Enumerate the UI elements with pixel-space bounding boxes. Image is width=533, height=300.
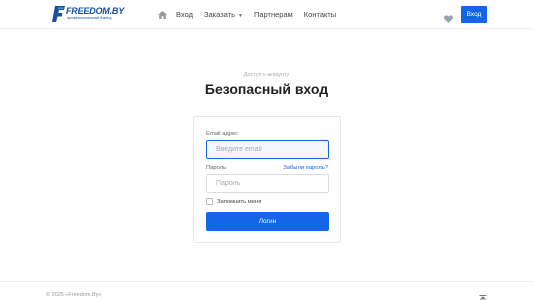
logo-tagline: профессиональный бэкенд	[67, 16, 112, 20]
nav-item-order-label: Заказать	[203, 9, 235, 19]
login-form: Email адрес Пароль Забыли пароль? Запомн…	[193, 116, 341, 243]
nav-item-contacts[interactable]: Контакты	[304, 9, 336, 21]
nav-item-order[interactable]: Заказать ▼	[204, 9, 243, 22]
logo[interactable]: FREEDOM.BY профессиональный бэкенд	[52, 5, 124, 23]
email-label: Email адрес	[206, 131, 239, 137]
logo-mark-icon	[52, 6, 65, 22]
logo-name: FREEDOM.BY	[66, 6, 125, 16]
page-eyebrow: Доступ к аккаунту	[243, 72, 290, 78]
site-header: FREEDOM.BY профессиональный бэкенд Вход …	[0, 0, 533, 29]
submit-button[interactable]: Логин	[206, 212, 329, 231]
copyright: © 2025 «Freedom.By»	[46, 292, 102, 298]
remember-checkbox[interactable]	[206, 198, 213, 205]
remember-me[interactable]: Запомнить меня	[206, 198, 261, 205]
email-field[interactable]	[206, 140, 329, 159]
main-nav: Вход Заказать ▼ Партнерам Контакты	[158, 9, 347, 21]
home-icon[interactable]	[158, 11, 167, 20]
arrow-up-icon[interactable]	[479, 291, 487, 300]
chevron-down-icon: ▼	[238, 12, 243, 19]
password-label: Пароль	[206, 165, 227, 171]
header-login-button[interactable]: Вход	[461, 6, 487, 23]
forgot-password-link[interactable]: Забыли пароль?	[283, 165, 328, 172]
footer-divider	[0, 281, 533, 282]
nav-item-partners[interactable]: Партнерам	[254, 9, 293, 21]
remember-label: Запомнить меня	[217, 198, 262, 205]
heart-icon[interactable]	[444, 10, 453, 23]
nav-item-login[interactable]: Вход	[176, 9, 193, 21]
page-title: Безопасный вход	[204, 81, 329, 97]
password-field[interactable]	[206, 174, 329, 193]
